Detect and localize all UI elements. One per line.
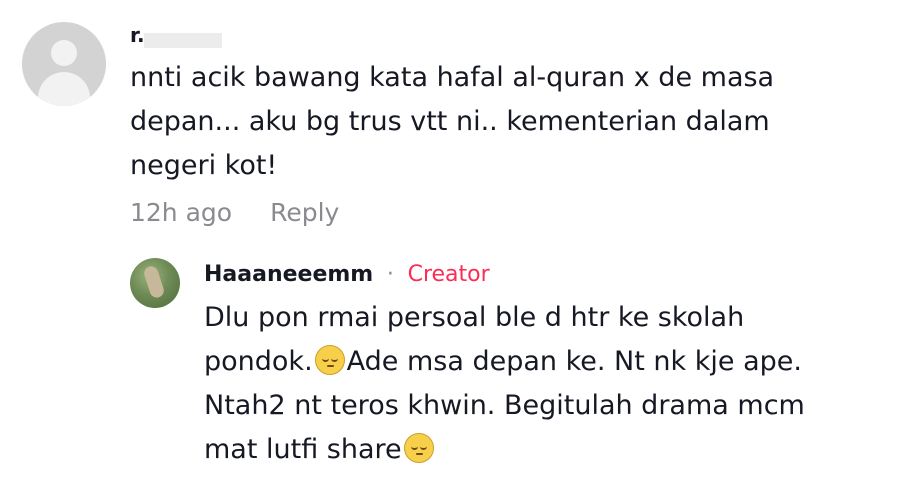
pensive-face-icon: [314, 345, 345, 375]
reply-text: Dlu pon rmai persoal ble d htr ke skolah…: [204, 296, 894, 472]
comment-body: r. nnti acik bawang kata hafal al-quran …: [130, 22, 870, 230]
reply-header: Haaaneeemm · Creator: [204, 258, 894, 292]
avatar-shoulders-shape: [38, 72, 90, 106]
reply-text-line-1: Dlu pon rmai persoal ble d htr ke skolah: [204, 302, 745, 333]
comment-meta: 12h ago Reply: [130, 196, 870, 230]
comment-text: nnti acik bawang kata hafal al-quran x d…: [130, 62, 775, 181]
reply-button[interactable]: Reply: [270, 196, 339, 230]
reply-text-line-3: Ntah2 nt teros khwin. Begitulah drama mc…: [204, 390, 805, 421]
avatar[interactable]: [130, 258, 180, 308]
separator-dot: ·: [386, 262, 394, 287]
username-redaction: [144, 33, 222, 48]
creator-badge: Creator: [407, 262, 490, 287]
avatar[interactable]: [22, 22, 106, 106]
avatar-head-shape: [51, 40, 77, 66]
comment-username-text[interactable]: r.: [130, 23, 145, 47]
comment-timestamp: 12h ago: [130, 198, 233, 227]
reply-username[interactable]: Haaaneeemm: [204, 262, 373, 287]
reply-body: Haaaneeemm · Creator Dlu pon rmai persoa…: [204, 258, 894, 472]
avatar-photo-shape: [142, 264, 166, 300]
pensive-face-icon: [403, 433, 434, 463]
reply-text-line-4: mat lutfi share: [204, 434, 402, 465]
reply-text-line-2b: Ade msa depan ke. Nt nk kje ape.: [346, 346, 802, 377]
reply-text-line-2a: pondok.: [204, 346, 313, 377]
comment-username[interactable]: r.: [130, 22, 870, 48]
